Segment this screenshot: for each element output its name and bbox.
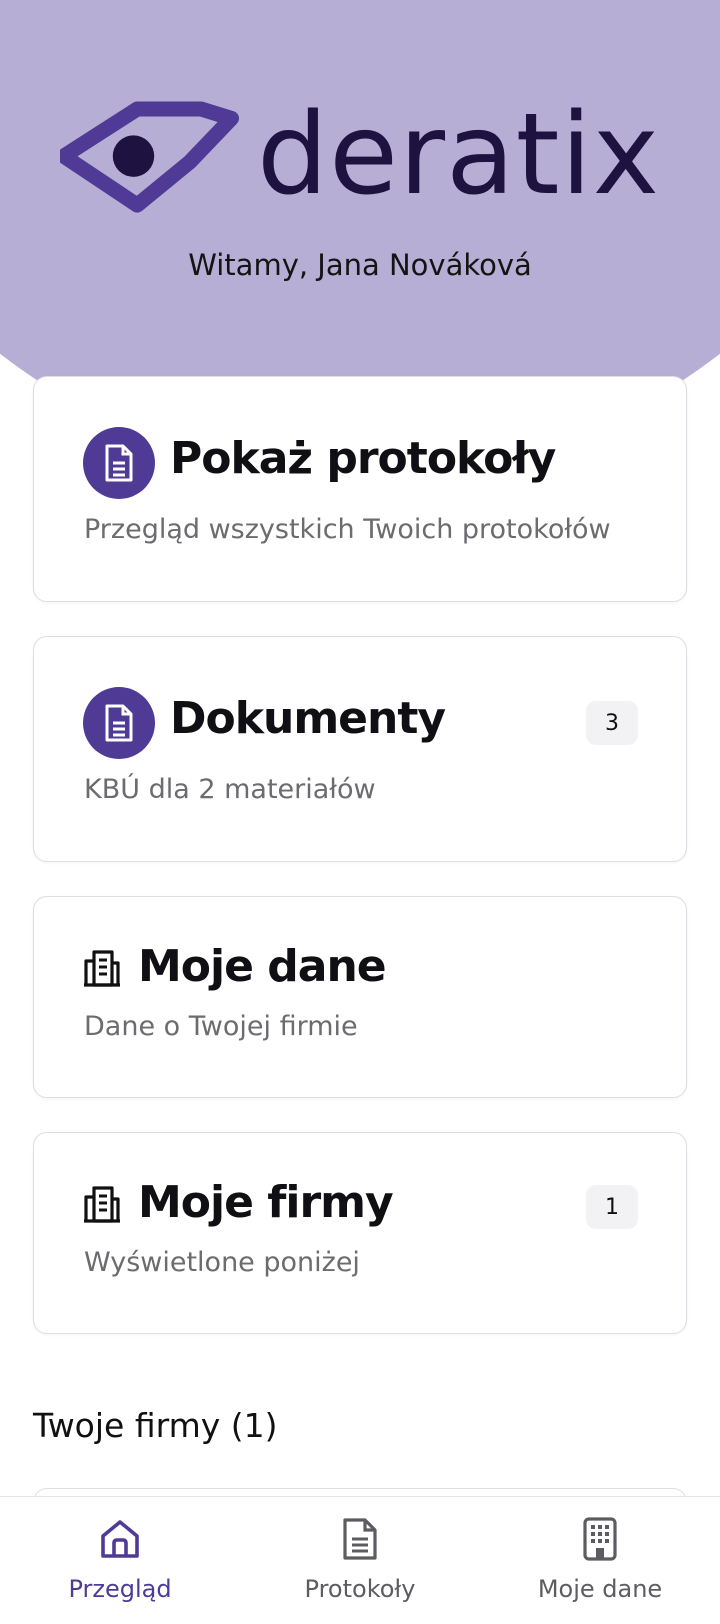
card-my-data[interactable]: Moje dane Dane o Twojej firmie <box>33 896 687 1098</box>
bottom-navigation: Przegląd Protokoły Moje dane <box>0 1496 720 1624</box>
card-subtitle: Wyświetlone poniżej <box>84 1247 360 1278</box>
welcome-message: Witamy, Jana Nováková <box>188 248 532 282</box>
count-badge: 3 <box>586 701 638 745</box>
card-my-companies[interactable]: Moje firmy 1 Wyświetlone poniżej <box>33 1132 687 1334</box>
card-title: Moje firmy <box>138 1177 394 1228</box>
nav-label: Przegląd <box>68 1575 172 1603</box>
card-subtitle: KBÚ dla 2 materiałów <box>84 774 376 805</box>
logo: deratix <box>60 95 660 220</box>
building-icon <box>583 1517 617 1561</box>
document-icon <box>83 687 155 759</box>
nav-label: Protokoły <box>304 1575 416 1603</box>
eye-logo-icon <box>60 100 239 213</box>
nav-item-protocols[interactable]: Protokoły <box>240 1497 480 1624</box>
nav-label: Moje dane <box>537 1575 663 1603</box>
brand-name: deratix <box>257 89 660 220</box>
document-icon <box>343 1518 377 1560</box>
nav-item-my-data[interactable]: Moje dane <box>480 1497 720 1624</box>
card-subtitle: Dane o Twojej firmie <box>84 1011 358 1042</box>
card-documents[interactable]: Dokumenty 3 KBÚ dla 2 materiałów <box>33 636 687 862</box>
nav-item-overview[interactable]: Przegląd <box>0 1497 240 1624</box>
building-icon <box>84 950 120 987</box>
card-title: Moje dane <box>138 941 387 992</box>
count-badge: 1 <box>586 1185 638 1229</box>
document-icon <box>83 427 155 499</box>
home-icon <box>101 1520 139 1558</box>
card-show-protocols[interactable]: Pokaż protokoły Przegląd wszystkich Twoi… <box>33 376 687 602</box>
card-subtitle: Przegląd wszystkich Twoich protokołów <box>84 514 611 545</box>
building-icon <box>84 1186 120 1223</box>
card-title: Dokumenty <box>170 693 446 744</box>
card-title: Pokaż protokoły <box>170 433 556 484</box>
section-title: Twoje firmy (1) <box>33 1406 278 1445</box>
app-screen: deratix Witamy, Jana Nováková Pokaż prot… <box>0 0 720 1624</box>
